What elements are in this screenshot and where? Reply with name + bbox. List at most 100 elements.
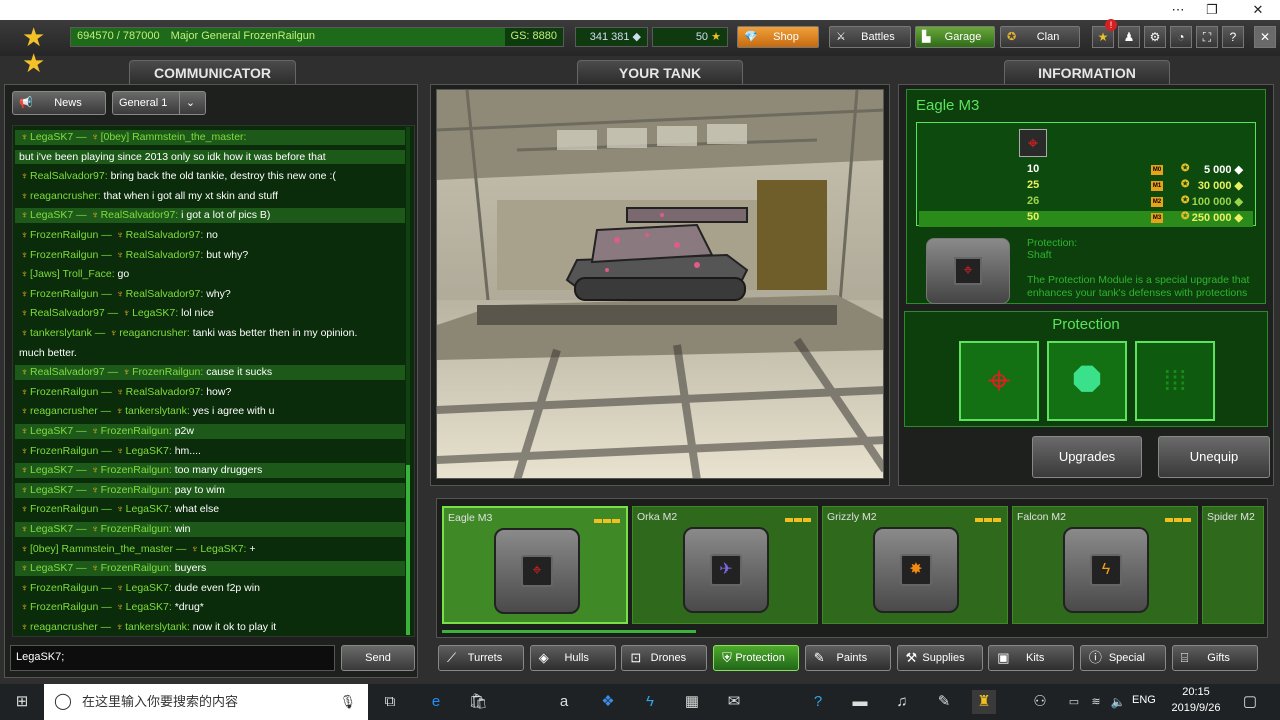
dropbox-icon[interactable]: ❖ — [596, 690, 620, 714]
sender-name[interactable]: LegaSK7 — [30, 464, 73, 476]
chat-message[interactable]: ♆ LegaSK7 — ♆ FrozenRailgun: p2w — [15, 424, 405, 439]
garage-item-card[interactable]: Grizzly M2 ✸ — [822, 506, 1008, 624]
chat-message[interactable]: ♆ FrozenRailgun — ♆ LegaSK7: dude even f2p… — [15, 581, 405, 596]
sender-name[interactable]: [0bey] Rammstein_the_master — [30, 543, 173, 555]
settings-icon[interactable]: ⚙ — [1144, 26, 1166, 48]
recipient-name[interactable]: FrozenRailgun: — [101, 562, 172, 574]
tank-preview[interactable] — [436, 89, 884, 479]
media-icon[interactable]: ▬ — [848, 690, 872, 714]
sender-name[interactable]: LegaSK7 — [30, 523, 73, 535]
sender-name[interactable]: RealSalvador97 — [30, 366, 105, 378]
chat-message[interactable]: ♆ FrozenRailgun — ♆ RealSalvador97: why? — [15, 287, 405, 302]
battles-button[interactable]: ⚔ Battles — [829, 26, 911, 48]
sender-name[interactable]: FrozenRailgun — [30, 386, 98, 398]
upgrades-button[interactable]: Upgrades — [1032, 436, 1142, 478]
sender-name[interactable]: FrozenRailgun — [30, 503, 98, 515]
taskbar-search[interactable]: ◯ 在这里输入你要搜索的内容 🎙 — [44, 684, 368, 720]
recipient-name[interactable]: FrozenRailgun: — [132, 366, 203, 378]
people-icon[interactable]: ⚇ — [1028, 690, 1052, 714]
amazon-icon[interactable]: a — [552, 690, 576, 714]
recipient-name[interactable]: LegaSK7: — [126, 445, 172, 457]
close-button[interactable]: ✕ — [1248, 2, 1268, 18]
chat-message[interactable]: ♆ reagancrusher: that when i got all my x… — [15, 189, 405, 204]
recipient-name[interactable]: FrozenRailgun: — [101, 425, 172, 437]
paint-app-icon[interactable]: ✎ — [932, 690, 956, 714]
chat-input[interactable]: LegaSK7; — [10, 645, 335, 671]
channel-select[interactable]: General 1 ⌄ — [112, 91, 206, 115]
audio-icon[interactable]: ♫ — [890, 690, 914, 714]
category-kits[interactable]: ▣ Kits — [988, 645, 1075, 671]
store-icon[interactable]: 🛍 — [466, 690, 490, 714]
sender-name[interactable]: [Jaws] Troll_Face: — [30, 268, 115, 280]
tanki-icon[interactable]: ♜ — [972, 690, 996, 714]
recipient-name[interactable]: LegaSK7: — [126, 601, 172, 613]
help-app-icon[interactable]: ? — [806, 690, 830, 714]
restore-button[interactable]: ❐ — [1202, 2, 1222, 18]
chat-message[interactable]: ♆ LegaSK7 — ♆ FrozenRailgun: win — [15, 522, 405, 537]
clock-time[interactable]: 20:15 — [1170, 686, 1222, 698]
category-supplies[interactable]: ⚒ Supplies — [896, 645, 983, 671]
protection-slot-3[interactable]: ⁞⁞⁞ — [1135, 341, 1215, 421]
sender-name[interactable]: reagancrusher: — [30, 190, 101, 202]
category-protection[interactable]: ⛨ Protection — [713, 645, 800, 671]
edge-icon[interactable]: e — [424, 690, 448, 714]
fullscreen-icon[interactable]: ⛶ — [1196, 26, 1218, 48]
garage-item-card[interactable]: Eagle M3 ⌖ — [442, 506, 628, 624]
recipient-name[interactable]: FrozenRailgun: — [101, 523, 172, 535]
sender-name[interactable]: FrozenRailgun — [30, 582, 98, 594]
garage-button[interactable]: ▙ Garage — [915, 26, 995, 48]
recipient-name[interactable]: LegaSK7: — [200, 543, 246, 555]
app-icon[interactable]: ϟ — [638, 690, 662, 714]
recipient-name[interactable]: FrozenRailgun: — [101, 484, 172, 496]
help-icon[interactable]: ? — [1222, 26, 1244, 48]
chat-message[interactable]: ♆ FrozenRailgun — ♆ LegaSK7: what else — [15, 502, 405, 517]
clock-date[interactable]: 2019/9/26 — [1166, 702, 1226, 714]
category-drones[interactable]: ⊡ Drones — [621, 645, 708, 671]
clan-button[interactable]: ✪ Clan — [1000, 26, 1080, 48]
chat-message[interactable]: but i've been playing since 2013 only so… — [15, 149, 405, 164]
category-gifts[interactable]: ⌸ Gifts — [1171, 645, 1258, 671]
news-button[interactable]: 📢 News — [12, 91, 106, 115]
category-paints[interactable]: ✎ Paints — [804, 645, 891, 671]
recipient-name[interactable]: reagancrusher: — [119, 327, 190, 339]
sender-name[interactable]: FrozenRailgun — [30, 249, 98, 261]
recipient-name[interactable]: RealSalvador97: — [126, 229, 204, 241]
mail-icon[interactable]: ✉ — [722, 690, 746, 714]
recipient-name[interactable]: LegaSK7: — [126, 503, 172, 515]
language-indicator[interactable]: ENG — [1132, 694, 1156, 706]
sender-name[interactable]: FrozenRailgun — [30, 445, 98, 457]
wifi-icon[interactable]: ≋ — [1084, 690, 1108, 714]
sender-name[interactable]: FrozenRailgun — [30, 229, 98, 241]
sender-name[interactable]: LegaSK7 — [30, 425, 73, 437]
exit-icon[interactable]: ✕ — [1254, 26, 1276, 48]
sender-name[interactable]: FrozenRailgun — [30, 288, 98, 300]
shop-button[interactable]: 💎 Shop — [737, 26, 819, 48]
recipient-name[interactable]: RealSalvador97: — [101, 209, 179, 221]
chat-message[interactable]: ♆ RealSalvador97 — ♆ FrozenRailgun: cause … — [15, 365, 405, 381]
chat-message[interactable]: ♆ [Jaws] Troll_Face: go — [15, 267, 405, 282]
battery-icon[interactable]: ▭ — [1062, 690, 1086, 714]
chat-message[interactable]: ♆ LegaSK7 — ♆ RealSalvador97: i got a lot … — [15, 208, 405, 224]
category-hulls[interactable]: ◈ Hulls — [529, 645, 616, 671]
send-button[interactable]: Send — [341, 645, 415, 671]
recipient-name[interactable]: tankerslytank: — [125, 621, 190, 633]
chat-message[interactable]: ♆ FrozenRailgun — ♆ LegaSK7: *drug* — [15, 600, 405, 615]
sender-name[interactable]: LegaSK7 — [30, 131, 73, 143]
chat-message[interactable]: ♆ [0bey] Rammstein_the_master — ♆ LegaSK7:… — [15, 542, 405, 557]
windows-start-icon[interactable]: ⊞ — [10, 690, 34, 714]
sound-icon[interactable]: ◔ — [1170, 26, 1192, 48]
more-icon[interactable]: ⋯ — [1168, 2, 1188, 18]
recipient-name[interactable]: [0bey] Rammstein_the_master: — [101, 131, 247, 143]
chat-message[interactable]: ♆ RealSalvador97 — ♆ LegaSK7: lol nice — [15, 306, 405, 321]
garage-item-card[interactable]: Orka M2 ✈ — [632, 506, 818, 624]
garage-item-card[interactable]: Falcon M2 ϟ — [1012, 506, 1198, 624]
recipient-name[interactable]: RealSalvador97: — [126, 288, 204, 300]
friends-icon[interactable]: ♟ — [1118, 26, 1140, 48]
chat-message[interactable]: ♆ FrozenRailgun — ♆ LegaSK7: hm.... — [15, 444, 405, 459]
chat-message[interactable]: ♆ LegaSK7 — ♆ [0bey] Rammstein_the_master: — [15, 130, 405, 145]
protection-slot-2[interactable]: ⯃ — [1047, 341, 1127, 421]
photos-icon[interactable]: ▦ — [680, 690, 704, 714]
chat-message[interactable]: ♆ FrozenRailgun — ♆ RealSalvador97: no — [15, 228, 405, 243]
sender-name[interactable]: RealSalvador97 — [30, 307, 105, 319]
chat-log[interactable]: ♆ LegaSK7 — ♆ [0bey] Rammstein_the_master:… — [12, 125, 415, 637]
